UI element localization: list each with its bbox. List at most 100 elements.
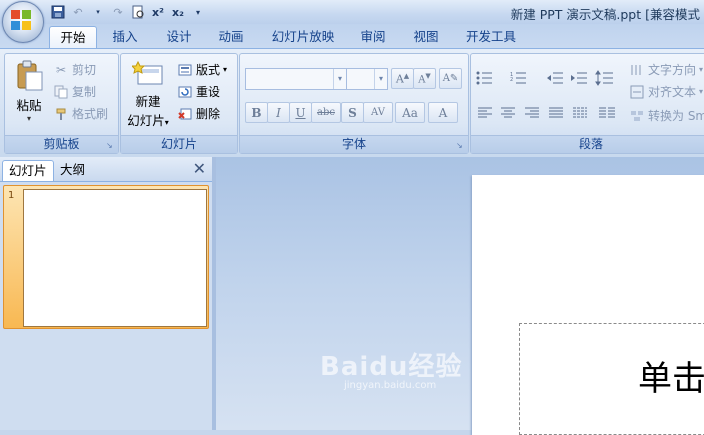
tab-slides[interactable]: 幻灯片 [2, 160, 54, 181]
close-icon[interactable]: ✕ [193, 159, 206, 178]
paragraph-group: 12 文字方向 ▾ 对齐文本 ▾ 转换为 Sm 段落 [470, 53, 704, 154]
paste-dropdown-icon: ▾ [26, 114, 31, 123]
bold-button[interactable]: B [245, 102, 268, 123]
shrink-font-icon: A▼ [418, 71, 431, 86]
justify-icon [549, 107, 563, 118]
new-slide-icon [130, 60, 163, 85]
tab-view[interactable]: 视图 [404, 26, 448, 48]
tab-outline[interactable]: 大纲 [54, 160, 91, 180]
align-right-icon [525, 107, 539, 118]
new-slide-dropdown-icon: ▾ [164, 118, 169, 127]
font-size-dropdown-icon[interactable]: ▾ [374, 69, 387, 89]
clipboard-group-label: 剪贴板 [5, 135, 118, 153]
convert-smartart-button[interactable]: 转换为 Sm [629, 106, 704, 126]
layout-dropdown-icon: ▾ [223, 65, 228, 74]
clipboard-launcher-icon[interactable]: ↘ [106, 141, 115, 150]
format-painter-icon [53, 106, 69, 122]
redo-icon[interactable]: ↷ [110, 4, 126, 20]
justify-button[interactable] [546, 104, 566, 122]
paste-label: 粘贴 [16, 98, 42, 113]
cut-button[interactable]: ✂ 剪切 [53, 60, 96, 80]
print-preview-icon[interactable] [130, 4, 146, 20]
align-text-icon [629, 84, 645, 100]
delete-label: 删除 [196, 107, 221, 121]
tab-review[interactable]: 审阅 [351, 26, 395, 48]
font-group: ▾ ▾ A▲ A▼ A✎ B I U abc S AV Aa A 字体 ↘ [239, 53, 469, 154]
tab-design[interactable]: 设计 [157, 26, 201, 48]
decrease-indent-button[interactable] [545, 69, 565, 87]
grow-font-button[interactable]: A▲ [391, 68, 414, 89]
distributed-button[interactable] [570, 104, 590, 122]
reset-button[interactable]: 重设 [177, 82, 220, 102]
format-painter-label: 格式刷 [72, 107, 109, 121]
tab-slide-show[interactable]: 幻灯片放映 [265, 26, 341, 48]
new-slide-label-row: 幻灯片▾ [124, 110, 172, 129]
copy-icon [53, 84, 69, 100]
line-spacing-icon [595, 70, 613, 86]
baidu-watermark: Baidu经验 [320, 352, 463, 382]
quick-access-toolbar: ↶ ▾ ↷ x² x₂ ▾ [50, 3, 206, 21]
title-bar: ↶ ▾ ↷ x² x₂ ▾ 新建 PPT 演示文稿.ppt [兼容模式 [0, 0, 704, 25]
slide-thumbnail-selected[interactable]: 1 [3, 185, 209, 329]
paragraph-group-label: 段落 [471, 135, 704, 153]
text-direction-label: 文字方向 [648, 63, 697, 77]
undo-icon[interactable]: ↶ [70, 4, 86, 20]
increase-indent-button[interactable] [569, 69, 589, 87]
customize-qat-icon[interactable]: ▾ [190, 4, 206, 20]
bullets-button[interactable] [475, 69, 495, 87]
numbering-button[interactable]: 12 [509, 69, 529, 87]
dropdown-arrow-icon[interactable]: ▾ [90, 4, 106, 20]
scissors-icon: ✂ [55, 63, 67, 77]
save-icon[interactable] [50, 4, 66, 20]
layout-button[interactable]: 版式 ▾ [177, 60, 227, 80]
window-title: 新建 PPT 演示文稿.ppt [兼容模式 [510, 7, 700, 22]
align-text-button[interactable]: 对齐文本 ▾ [629, 82, 703, 102]
shadow-button[interactable]: S [341, 102, 364, 123]
line-spacing-button[interactable] [595, 69, 615, 87]
baidu-watermark-url: jingyan.baidu.com [344, 380, 437, 391]
text-placeholder[interactable]: 单击 [519, 323, 704, 435]
layout-label: 版式 [196, 63, 221, 77]
paste-icon [17, 60, 43, 91]
clear-formatting-button[interactable]: A✎ [439, 68, 462, 89]
grow-font-icon: A▲ [395, 71, 410, 86]
font-name-combo[interactable]: ▾ [245, 68, 347, 90]
paste-button[interactable]: 粘贴 ▾ [11, 60, 47, 126]
underline-button[interactable]: U [289, 102, 312, 123]
new-slide-button[interactable]: 新建 幻灯片▾ [124, 60, 172, 130]
character-spacing-button[interactable]: AV [363, 102, 393, 123]
tab-developer[interactable]: 开发工具 [458, 26, 524, 48]
subscript-icon[interactable]: x₂ [170, 4, 186, 20]
font-group-label: 字体 [240, 135, 468, 153]
superscript-icon[interactable]: x² [150, 4, 166, 20]
placeholder-text: 单击 [638, 359, 704, 399]
align-right-button[interactable] [522, 104, 542, 122]
tab-animations[interactable]: 动画 [209, 26, 253, 48]
numbering-icon: 12 [510, 72, 526, 84]
align-left-button[interactable] [475, 104, 495, 122]
font-color-button[interactable]: A [428, 102, 458, 123]
slide-thumbnail[interactable] [23, 189, 207, 327]
delete-button[interactable]: 删除 [177, 104, 220, 124]
tab-home[interactable]: 开始 [49, 26, 97, 49]
tab-insert[interactable]: 插入 [103, 26, 147, 48]
copy-button[interactable]: 复制 [53, 82, 96, 102]
font-name-dropdown-icon[interactable]: ▾ [333, 69, 346, 89]
strikethrough-button[interactable]: abc [311, 102, 341, 123]
font-launcher-icon[interactable]: ↘ [456, 141, 465, 150]
text-direction-button[interactable]: 文字方向 ▾ [629, 60, 703, 80]
italic-button[interactable]: I [267, 102, 290, 123]
pane-tab-bar: 幻灯片 大纲 ✕ [0, 157, 212, 182]
change-case-button[interactable]: Aa [395, 102, 425, 123]
new-slide-label-1: 新建 [135, 94, 161, 109]
cut-label: 剪切 [72, 63, 97, 77]
columns-button[interactable] [597, 104, 617, 122]
shrink-font-button[interactable]: A▼ [413, 68, 436, 89]
format-painter-button[interactable]: 格式刷 [53, 104, 108, 124]
align-left-icon [478, 107, 492, 118]
slide-canvas[interactable]: 单击 [472, 175, 704, 435]
font-size-combo[interactable]: ▾ [346, 68, 388, 90]
align-center-button[interactable] [498, 104, 518, 122]
ribbon: 粘贴 ▾ ✂ 剪切 复制 格式刷 剪贴板 ↘ 新建 幻灯片▾ 版式 ▾ 重设 删… [0, 48, 704, 158]
reset-icon [177, 84, 193, 100]
